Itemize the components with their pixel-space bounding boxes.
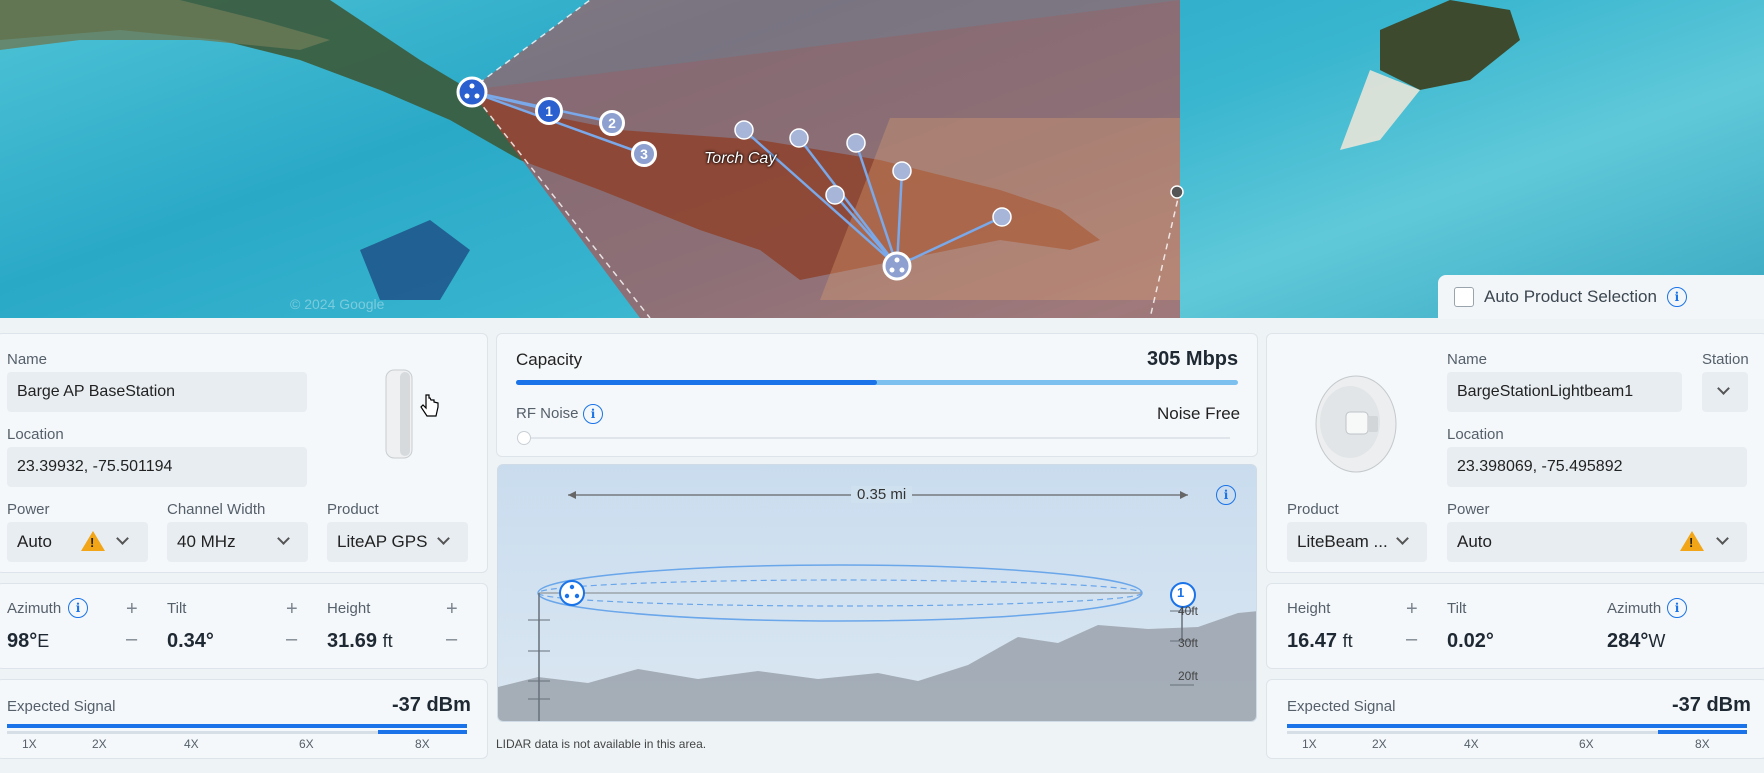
station-tilt-value: 0.02°: [1447, 630, 1494, 652]
auto-product-label: Auto Product Selection: [1484, 287, 1657, 306]
station-tilt-label: Tilt: [1447, 600, 1467, 617]
station-signal-bar-top: [1287, 724, 1747, 728]
ap-azimuth-increase[interactable]: +: [126, 598, 138, 621]
ap-signal-value: -37 dBm: [392, 694, 471, 716]
ap-channel-width-label: Channel Width: [167, 501, 266, 518]
rf-noise-slider-track[interactable]: [522, 437, 1230, 439]
signal-tick: 2X: [92, 737, 107, 751]
ap-marker: [456, 76, 488, 108]
signal-tick: 1X: [1302, 737, 1317, 751]
ap-name-label: Name: [7, 351, 48, 368]
ap-name-input[interactable]: Barge AP BaseStation: [7, 372, 307, 412]
auto-product-checkbox[interactable]: [1454, 287, 1474, 307]
map-canvas: [0, 0, 1520, 318]
station-height-label: Height: [1287, 600, 1331, 617]
map-watermark: © 2024 Google: [290, 296, 385, 312]
info-icon[interactable]: i: [1667, 598, 1687, 618]
height-tick-label: 40ft: [1178, 604, 1199, 618]
ap-height-value: 31.69 ft: [327, 630, 393, 652]
rf-noise-label: RF Noise: [516, 405, 579, 422]
ap-channel-width-select[interactable]: 40 MHz: [167, 522, 308, 562]
liteap-device-image: [385, 369, 413, 459]
link-marker-3[interactable]: 3: [631, 141, 657, 167]
signal-tick: 1X: [22, 737, 37, 751]
station-signal-value: -37 dBm: [1672, 694, 1751, 716]
ap-azimuth-value: 98°E: [7, 630, 50, 652]
signal-tick: 4X: [184, 737, 199, 751]
station-height-increase[interactable]: +: [1406, 598, 1418, 621]
ap-orientation-panel: [0, 583, 488, 669]
capacity-value: 305 Mbps: [1147, 348, 1239, 370]
height-tick-label: 30ft: [1178, 636, 1199, 650]
ap-tilt-label: Tilt: [167, 600, 187, 617]
ap-signal-label: Expected Signal: [7, 698, 116, 715]
link-marker-2[interactable]: 2: [599, 110, 625, 136]
place-label: Torch Cay: [704, 150, 777, 167]
profile-canvas: [498, 491, 1256, 721]
station-signal-bar-fill: [1658, 730, 1747, 734]
station-height-value: 16.47 ft: [1287, 630, 1353, 652]
station-type-label: Station: [1702, 351, 1749, 368]
ap-signal-bar-top: [7, 724, 467, 728]
ap-power-label: Power: [7, 501, 50, 518]
station-product-label: Product: [1287, 501, 1339, 518]
capacity-label: Capacity: [516, 350, 583, 369]
map-view[interactable]: 1 2 3 Torch Cay © 2024 Google: [0, 0, 1764, 318]
ap-marker-2: [882, 251, 912, 281]
info-icon[interactable]: i: [68, 598, 88, 618]
signal-tick: 8X: [1695, 737, 1710, 751]
signal-tick: 6X: [1579, 737, 1594, 751]
station-location-label: Location: [1447, 426, 1504, 443]
info-icon[interactable]: i: [583, 404, 603, 424]
rf-noise-slider-handle[interactable]: [517, 431, 531, 445]
signal-tick: 8X: [415, 737, 430, 751]
signal-tick: 4X: [1464, 737, 1479, 751]
info-icon[interactable]: i: [1216, 485, 1236, 505]
ap-azimuth-decrease[interactable]: –: [126, 628, 137, 651]
station-product-select[interactable]: LiteBeam ...: [1287, 522, 1427, 562]
signal-tick: 6X: [299, 737, 314, 751]
station-azimuth-label: Azimuth: [1607, 600, 1662, 617]
signal-tick: 2X: [1372, 737, 1387, 751]
profile-station-marker: 1: [1177, 585, 1185, 600]
ap-product-label: Product: [327, 501, 379, 518]
info-icon[interactable]: i: [1666, 287, 1687, 307]
station-signal-label: Expected Signal: [1287, 698, 1396, 715]
auto-product-selection[interactable]: Auto Product Selection i: [1438, 275, 1764, 319]
ap-azimuth-label: Azimuth: [7, 600, 62, 617]
ap-tilt-decrease[interactable]: –: [286, 628, 297, 651]
litebeam-device-image: [1315, 375, 1397, 473]
station-height-decrease[interactable]: –: [1406, 628, 1417, 651]
station-orientation-panel: [1266, 583, 1764, 669]
capacity-bar-fill: [516, 380, 877, 385]
ap-tilt-increase[interactable]: +: [286, 598, 298, 621]
ap-height-label: Height: [327, 600, 371, 617]
station-power-label: Power: [1447, 501, 1490, 518]
station-location-input[interactable]: 23.398069, -75.495892: [1447, 447, 1747, 487]
cursor-hand-icon: [420, 394, 439, 417]
ap-signal-bar-fill: [378, 730, 467, 734]
ap-power-select[interactable]: Auto: [7, 522, 148, 562]
station-azimuth-value: 284°W: [1607, 630, 1666, 652]
ap-location-label: Location: [7, 426, 64, 443]
warning-icon: [1680, 531, 1704, 551]
station-signal-panel: [1266, 679, 1764, 759]
link-marker-1[interactable]: 1: [535, 97, 563, 125]
ap-tilt-value: 0.34°: [167, 630, 214, 652]
rf-noise-value: Noise Free: [1157, 404, 1241, 423]
ap-height-increase[interactable]: +: [446, 598, 458, 621]
link-distance: 0.35 mi: [851, 486, 913, 503]
ap-height-decrease[interactable]: –: [446, 628, 457, 651]
ap-product-select[interactable]: LiteAP GPS: [327, 522, 468, 562]
ap-location-input[interactable]: 23.39932, -75.501194: [7, 447, 307, 487]
warning-icon: [81, 531, 105, 551]
station-name-label: Name: [1447, 351, 1488, 368]
lidar-note: LIDAR data is not available in this area…: [496, 737, 707, 751]
station-name-input[interactable]: BargeStationLightbeam1: [1447, 372, 1682, 412]
height-tick-label: 20ft: [1178, 669, 1199, 683]
